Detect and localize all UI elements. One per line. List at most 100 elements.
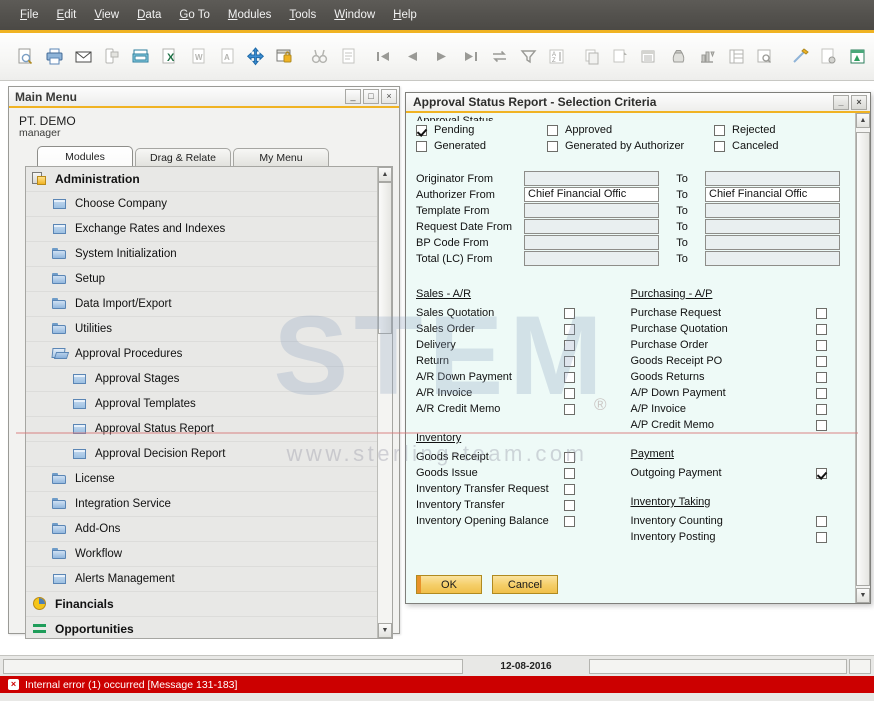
tree-item[interactable]: Approval Status Report (26, 417, 377, 442)
criteria-field-from-input[interactable] (524, 219, 659, 234)
document-type-row[interactable]: Goods Receipt (416, 449, 631, 465)
tree-item[interactable]: Opportunities (26, 617, 377, 638)
next-record-icon[interactable] (429, 42, 454, 70)
tree-item[interactable]: Approval Procedures (26, 342, 377, 367)
document-type-checkbox[interactable] (816, 307, 827, 319)
document-type-row[interactable]: Inventory Counting (631, 513, 846, 529)
dialog-scroll-down-arrow[interactable]: ▼ (856, 588, 870, 603)
criteria-field-to-input[interactable] (705, 219, 840, 234)
tree-item[interactable]: Approval Templates (26, 392, 377, 417)
document-type-row[interactable]: Inventory Posting (631, 529, 846, 545)
menu-item-edit[interactable]: Edit (49, 6, 85, 24)
tree-item[interactable]: Utilities (26, 317, 377, 342)
criteria-field-from-input[interactable] (524, 235, 659, 250)
criteria-field-from-input[interactable]: Chief Financial Offic (524, 187, 659, 202)
previous-record-icon[interactable] (400, 42, 425, 70)
document-type-checkbox[interactable] (816, 515, 827, 527)
document-type-checkbox[interactable] (563, 355, 575, 367)
scroll-down-arrow[interactable]: ▼ (378, 623, 392, 638)
export-pdf-icon[interactable]: A (215, 42, 240, 70)
checkbox-generated[interactable] (416, 140, 427, 152)
tab-drag-and-relate[interactable]: Drag & Relate (135, 148, 231, 166)
export-excel-icon[interactable]: X (157, 42, 182, 70)
checkbox-generated-by-authorizer[interactable] (546, 140, 558, 152)
checkbox-row-rejected[interactable]: Rejected (714, 123, 845, 137)
criteria-field-to-input[interactable] (705, 203, 840, 218)
document-type-row[interactable]: Inventory Transfer Request (416, 481, 631, 497)
last-record-icon[interactable] (458, 42, 483, 70)
scroll-up-arrow[interactable]: ▲ (378, 167, 392, 182)
edit-note-icon[interactable] (788, 42, 813, 70)
document-type-checkbox[interactable] (563, 307, 575, 319)
document-type-checkbox[interactable] (816, 387, 827, 399)
tree-item[interactable]: Add-Ons (26, 517, 377, 542)
tree-item[interactable]: Integration Service (26, 492, 377, 517)
document-type-checkbox[interactable] (563, 403, 575, 415)
checkbox-rejected[interactable] (714, 124, 726, 136)
document-type-row[interactable]: Purchase Order (631, 337, 846, 353)
checkbox-row-pending[interactable]: Pending (416, 123, 547, 137)
criteria-field-to-input[interactable] (705, 251, 840, 266)
document-type-row[interactable]: Return (416, 353, 631, 369)
tree-item[interactable]: Financials (26, 592, 377, 617)
menu-item-file[interactable]: FFileile (12, 6, 47, 24)
dialog-scroll-thumb[interactable] (856, 132, 870, 586)
document-type-row[interactable]: Purchase Request (631, 305, 846, 321)
tree-item[interactable]: Data Import/Export (26, 292, 377, 317)
find-icon[interactable] (308, 42, 333, 70)
document-type-checkbox[interactable] (816, 403, 827, 415)
menu-item-data[interactable]: Data (129, 6, 169, 24)
checkbox-row-approved[interactable]: Approved (546, 123, 714, 137)
document-type-row[interactable]: Sales Quotation (416, 305, 631, 321)
export-word-icon[interactable]: W (186, 42, 211, 70)
document-type-checkbox[interactable] (816, 323, 827, 335)
document-type-checkbox[interactable] (563, 323, 575, 335)
email-icon[interactable] (71, 42, 96, 70)
checkbox-row-canceled[interactable]: Canceled (714, 139, 845, 153)
document-type-checkbox[interactable] (563, 499, 575, 511)
document-journal-icon[interactable] (752, 42, 777, 70)
document-type-row[interactable]: A/R Invoice (416, 385, 631, 401)
menu-item-tools[interactable]: Tools (281, 6, 324, 24)
general-ledger-icon[interactable] (724, 42, 749, 70)
criteria-field-to-input[interactable] (705, 171, 840, 186)
dialog-close-button[interactable]: × (851, 94, 867, 110)
document-type-row[interactable]: A/R Credit Memo (416, 401, 631, 417)
document-type-checkbox[interactable] (816, 419, 827, 431)
main-menu-titlebar[interactable]: Main Menu _ □ × (9, 87, 399, 108)
tree-item[interactable]: Administration (26, 167, 377, 192)
tree-item[interactable]: Workflow (26, 542, 377, 567)
lock-screen-icon[interactable] (272, 42, 297, 70)
tab-modules[interactable]: Modules (37, 146, 133, 166)
main-menu-minimize-button[interactable]: _ (345, 89, 361, 104)
module-tree-scrollbar[interactable]: ▲ ▼ (377, 167, 392, 638)
menu-item-help[interactable]: Help (385, 6, 425, 24)
document-type-row[interactable]: Goods Issue (416, 465, 631, 481)
document-type-checkbox[interactable] (563, 467, 575, 479)
document-type-checkbox[interactable] (563, 483, 575, 495)
dialog-scroll-track[interactable] (856, 128, 870, 588)
dialog-scroll-up-arrow[interactable]: ▲ (856, 113, 870, 128)
form-settings-icon[interactable] (817, 42, 842, 70)
money-bag-icon[interactable] (666, 42, 691, 70)
tree-item[interactable]: Exchange Rates and Indexes (26, 217, 377, 242)
journal-entry-icon[interactable] (637, 42, 662, 70)
tree-item[interactable]: Setup (26, 267, 377, 292)
tree-item[interactable]: Approval Decision Report (26, 442, 377, 467)
menu-item-modules[interactable]: Modules (220, 6, 279, 24)
document-type-checkbox[interactable] (816, 355, 827, 367)
document-type-row[interactable]: Sales Order (416, 321, 631, 337)
document-type-checkbox[interactable] (816, 531, 827, 543)
criteria-field-from-input[interactable] (524, 251, 659, 266)
launch-application-icon[interactable] (244, 42, 269, 70)
tree-item[interactable]: License (26, 467, 377, 492)
paste-icon[interactable] (608, 42, 633, 70)
tree-item[interactable]: System Initialization (26, 242, 377, 267)
document-type-checkbox[interactable] (563, 515, 575, 527)
menu-item-view[interactable]: View (86, 6, 127, 24)
checkbox-canceled[interactable] (714, 140, 726, 152)
document-type-checkbox[interactable] (563, 387, 575, 399)
main-menu-maximize-button[interactable]: □ (363, 89, 379, 104)
criteria-field-from-input[interactable] (524, 171, 659, 186)
checkbox-row-generated[interactable]: Generated (416, 139, 547, 153)
